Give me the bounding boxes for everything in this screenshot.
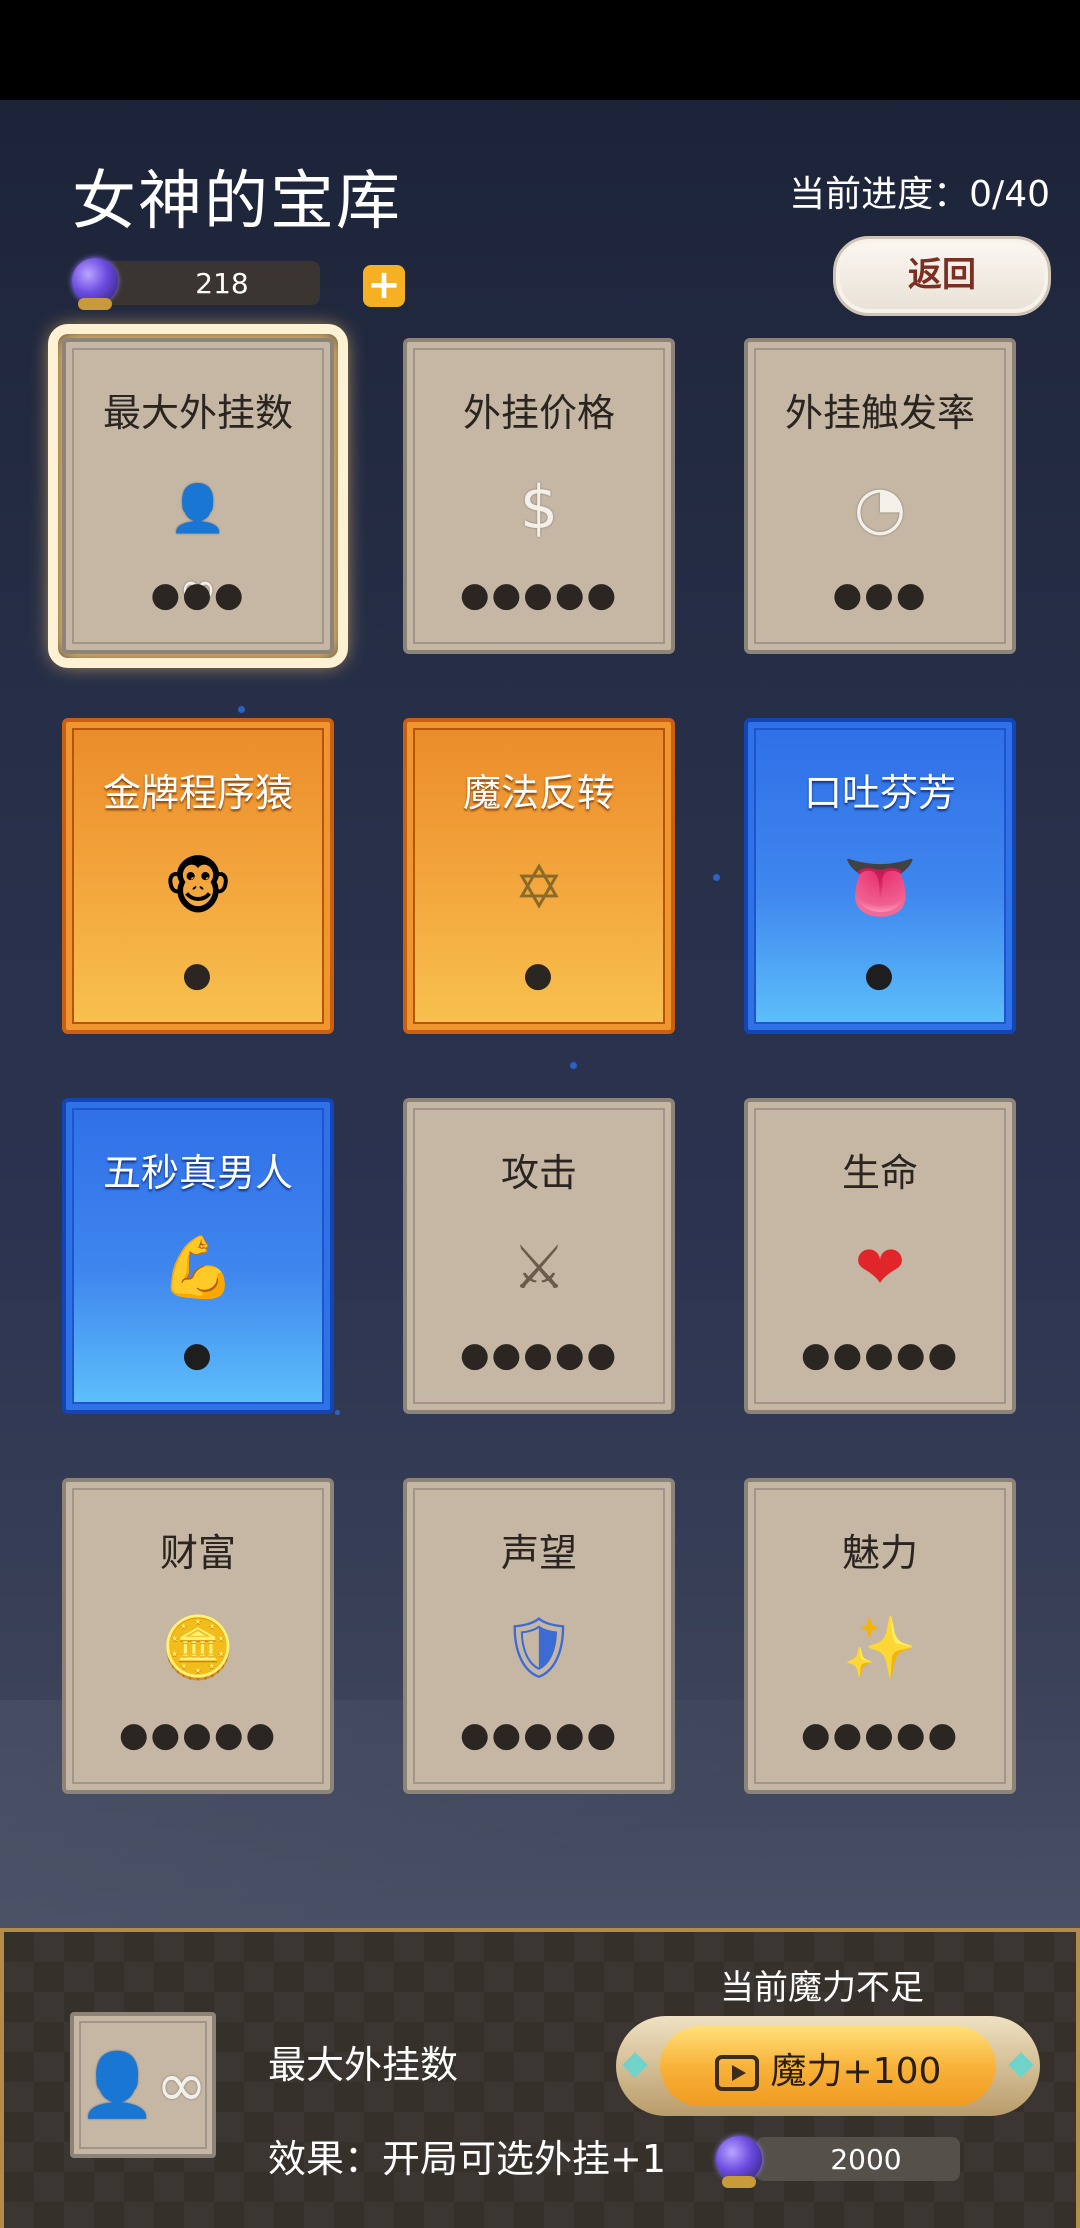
level-dots: ●●●●● bbox=[459, 1715, 619, 1755]
shield-badge-icon: 🛡 bbox=[500, 1613, 578, 1683]
level-dots: ●●●●● bbox=[800, 1335, 960, 1375]
card-title: 外挂价格 bbox=[462, 391, 615, 435]
level-dots: ● bbox=[182, 955, 214, 995]
cost-value: 2000 bbox=[830, 2143, 902, 2176]
card-title: 五秒真男人 bbox=[102, 1151, 293, 1195]
mana-button-label: 魔力+100 bbox=[770, 2051, 942, 2092]
upgrade-card[interactable]: 五秒真男人 💪 ● bbox=[62, 1098, 334, 1414]
monkey-icon: 🐵 bbox=[163, 853, 233, 923]
level-dots: ●●●●● bbox=[459, 1335, 619, 1375]
level-dots: ●●●●● bbox=[800, 1715, 960, 1755]
person-infinity-icon: 👤∞ bbox=[169, 481, 227, 615]
selected-item-icon: 👤∞ bbox=[70, 2012, 216, 2158]
level-dots: ● bbox=[523, 955, 555, 995]
card-title: 金牌程序猿 bbox=[102, 771, 293, 815]
upgrade-card[interactable]: 财富 🪙 ●●●●● bbox=[62, 1478, 334, 1794]
magic-orb-icon bbox=[72, 258, 118, 310]
upgrade-card[interactable]: 外挂价格 $ ●●●●● bbox=[403, 338, 675, 654]
insufficient-mana-text: 当前魔力不足 bbox=[720, 1968, 924, 2008]
selected-item-name: 最大外挂数 bbox=[268, 2043, 459, 2087]
tongue-icon: 👅 bbox=[842, 853, 918, 923]
level-dots: ●●● bbox=[150, 575, 246, 615]
magic-star-icon: ✡ bbox=[513, 853, 565, 923]
selected-item-effect: 效果：开局可选外挂+1 bbox=[268, 2137, 667, 2181]
mana-counter: 218 bbox=[72, 258, 320, 310]
upgrade-card[interactable]: 魔法反转 ✡ ● bbox=[403, 718, 675, 1034]
upgrade-card[interactable]: 生命 ❤ ●●●●● bbox=[744, 1098, 1016, 1414]
page-title: 女神的宝库 bbox=[72, 165, 402, 239]
crossed-swords-icon: ⚔ bbox=[512, 1233, 566, 1303]
watch-ad-mana-button[interactable]: 魔力+100 bbox=[616, 2016, 1040, 2116]
upgrade-card[interactable]: 最大外挂数 👤∞ ●●● bbox=[48, 324, 348, 668]
card-title: 攻击 bbox=[500, 1151, 577, 1195]
magic-orb-icon bbox=[716, 2136, 762, 2188]
level-dots: ●●● bbox=[832, 575, 928, 615]
upgrade-card[interactable]: 魅力 ✨ ●●●●● bbox=[744, 1478, 1016, 1794]
muscle-man-icon: 💪 bbox=[160, 1233, 236, 1303]
card-title: 最大外挂数 bbox=[102, 391, 293, 435]
dollar-icon: $ bbox=[519, 473, 559, 543]
card-title: 口吐芬芳 bbox=[803, 771, 956, 815]
add-mana-button[interactable]: + bbox=[363, 265, 405, 307]
card-title: 魅力 bbox=[841, 1531, 918, 1575]
video-icon bbox=[714, 2055, 759, 2091]
level-dots: ● bbox=[182, 1335, 214, 1375]
card-title: 魔法反转 bbox=[462, 771, 615, 815]
mana-button-label-row: 魔力+100 bbox=[616, 2042, 1040, 2094]
level-dots: ●●●●● bbox=[118, 1715, 278, 1755]
coins-icon: 🪙 bbox=[160, 1613, 236, 1683]
upgrade-card[interactable]: 声望 🛡 ●●●●● bbox=[403, 1478, 675, 1794]
card-title: 外挂触发率 bbox=[784, 391, 975, 435]
clock-icon: ◔ bbox=[853, 473, 907, 543]
status-bar bbox=[0, 0, 1080, 100]
mana-value: 218 bbox=[195, 267, 249, 300]
upgrade-card[interactable]: 金牌程序猿 🐵 ● bbox=[62, 718, 334, 1034]
upgrade-card[interactable]: 外挂触发率 ◔ ●●● bbox=[744, 338, 1016, 654]
back-button[interactable]: 返回 bbox=[833, 236, 1051, 316]
sparkles-icon: ✨ bbox=[842, 1613, 918, 1683]
card-title: 声望 bbox=[500, 1531, 577, 1575]
heart-icon: ❤ bbox=[854, 1233, 906, 1303]
progress-text: 当前进度：0/40 bbox=[789, 174, 1050, 215]
card-title: 生命 bbox=[841, 1151, 918, 1195]
card-title: 财富 bbox=[159, 1531, 236, 1575]
upgrade-card[interactable]: 攻击 ⚔ ●●●●● bbox=[403, 1098, 675, 1414]
level-dots: ● bbox=[864, 955, 896, 995]
upgrade-card[interactable]: 口吐芬芳 👅 ● bbox=[744, 718, 1016, 1034]
detail-panel: 👤∞ 最大外挂数 效果：开局可选外挂+1 当前魔力不足 魔力+100 2000 bbox=[0, 1928, 1080, 2228]
level-dots: ●●●●● bbox=[459, 575, 619, 615]
upgrade-cost: 2000 bbox=[716, 2134, 960, 2188]
